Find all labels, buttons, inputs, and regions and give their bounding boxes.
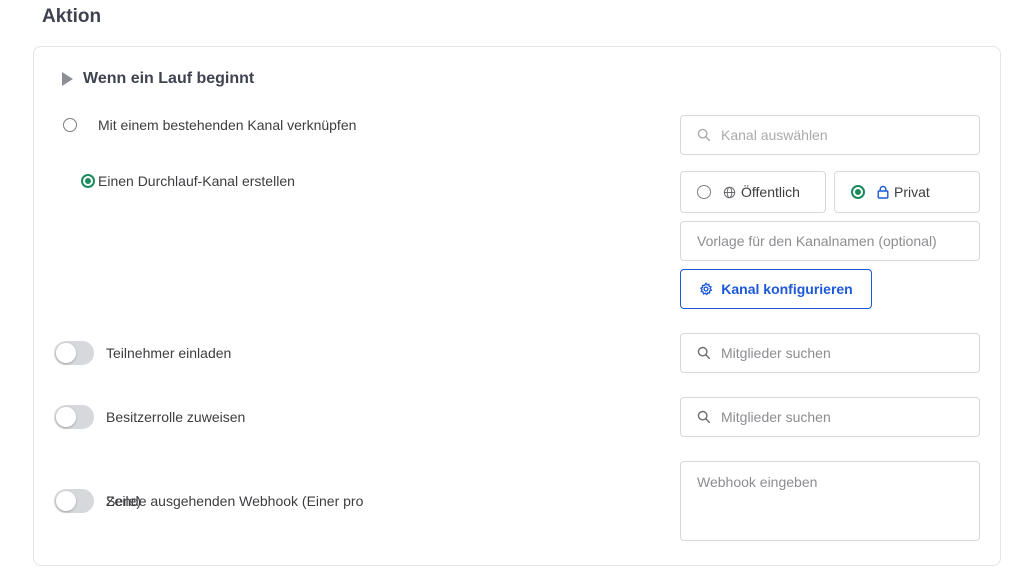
section-title: Aktion — [42, 6, 102, 27]
search-icon — [697, 410, 711, 424]
private-label: Privat — [894, 184, 930, 200]
private-radio[interactable] — [851, 185, 865, 199]
visibility-public-option[interactable]: Öffentlich — [680, 171, 826, 213]
expand-triangle-icon[interactable] — [62, 72, 73, 86]
public-label: Öffentlich — [741, 184, 800, 200]
search-icon — [697, 128, 711, 142]
assign-owner-label: Besitzerrolle zuweisen — [106, 409, 246, 425]
gear-icon — [700, 282, 713, 296]
lock-icon — [877, 185, 889, 199]
assign-owner-toggle[interactable] — [54, 405, 94, 429]
channel-name-template-input[interactable]: Vorlage für den Kanalnamen (optional) — [680, 221, 980, 261]
webhook-textarea[interactable]: Webhook eingeben — [680, 461, 980, 541]
channel-select-input[interactable]: Kanal auswählen — [680, 115, 980, 155]
invite-participants-label: Teilnehmer einladen — [106, 345, 232, 361]
owner-members-search-input[interactable]: Mitglieder suchen — [680, 397, 980, 437]
channel-name-template-placeholder: Vorlage für den Kanalnamen (optional) — [697, 233, 937, 249]
visibility-private-option[interactable]: Privat — [834, 171, 980, 213]
search-icon — [697, 346, 711, 360]
webhook-label-line2: Zeile) — [106, 493, 142, 509]
invite-members-search-placeholder: Mitglieder suchen — [721, 345, 831, 361]
trigger-header[interactable]: Wenn ein Lauf beginnt — [62, 70, 254, 88]
invite-members-search-input[interactable]: Mitglieder suchen — [680, 333, 980, 373]
webhook-placeholder: Webhook eingeben — [697, 474, 818, 490]
public-radio[interactable] — [697, 185, 711, 199]
create-channel-label: Einen Durchlauf-Kanal erstellen — [98, 173, 295, 189]
invite-participants-toggle[interactable] — [54, 341, 94, 365]
globe-icon — [723, 186, 736, 198]
webhook-label-line1: Sende ausgehenden Webhook (Einer pro — [106, 493, 364, 509]
webhook-toggle[interactable] — [54, 489, 94, 513]
trigger-label: Wenn ein Lauf beginnt — [83, 70, 255, 87]
configure-channel-button[interactable]: Kanal konfigurieren — [680, 269, 872, 309]
owner-members-search-placeholder: Mitglieder suchen — [721, 409, 831, 425]
link-existing-channel-label: Mit einem bestehenden Kanal verknüpfen — [98, 117, 357, 133]
configure-channel-label: Kanal konfigurieren — [721, 281, 853, 297]
link-existing-channel-radio[interactable] — [63, 118, 77, 132]
channel-select-placeholder: Kanal auswählen — [721, 127, 828, 143]
